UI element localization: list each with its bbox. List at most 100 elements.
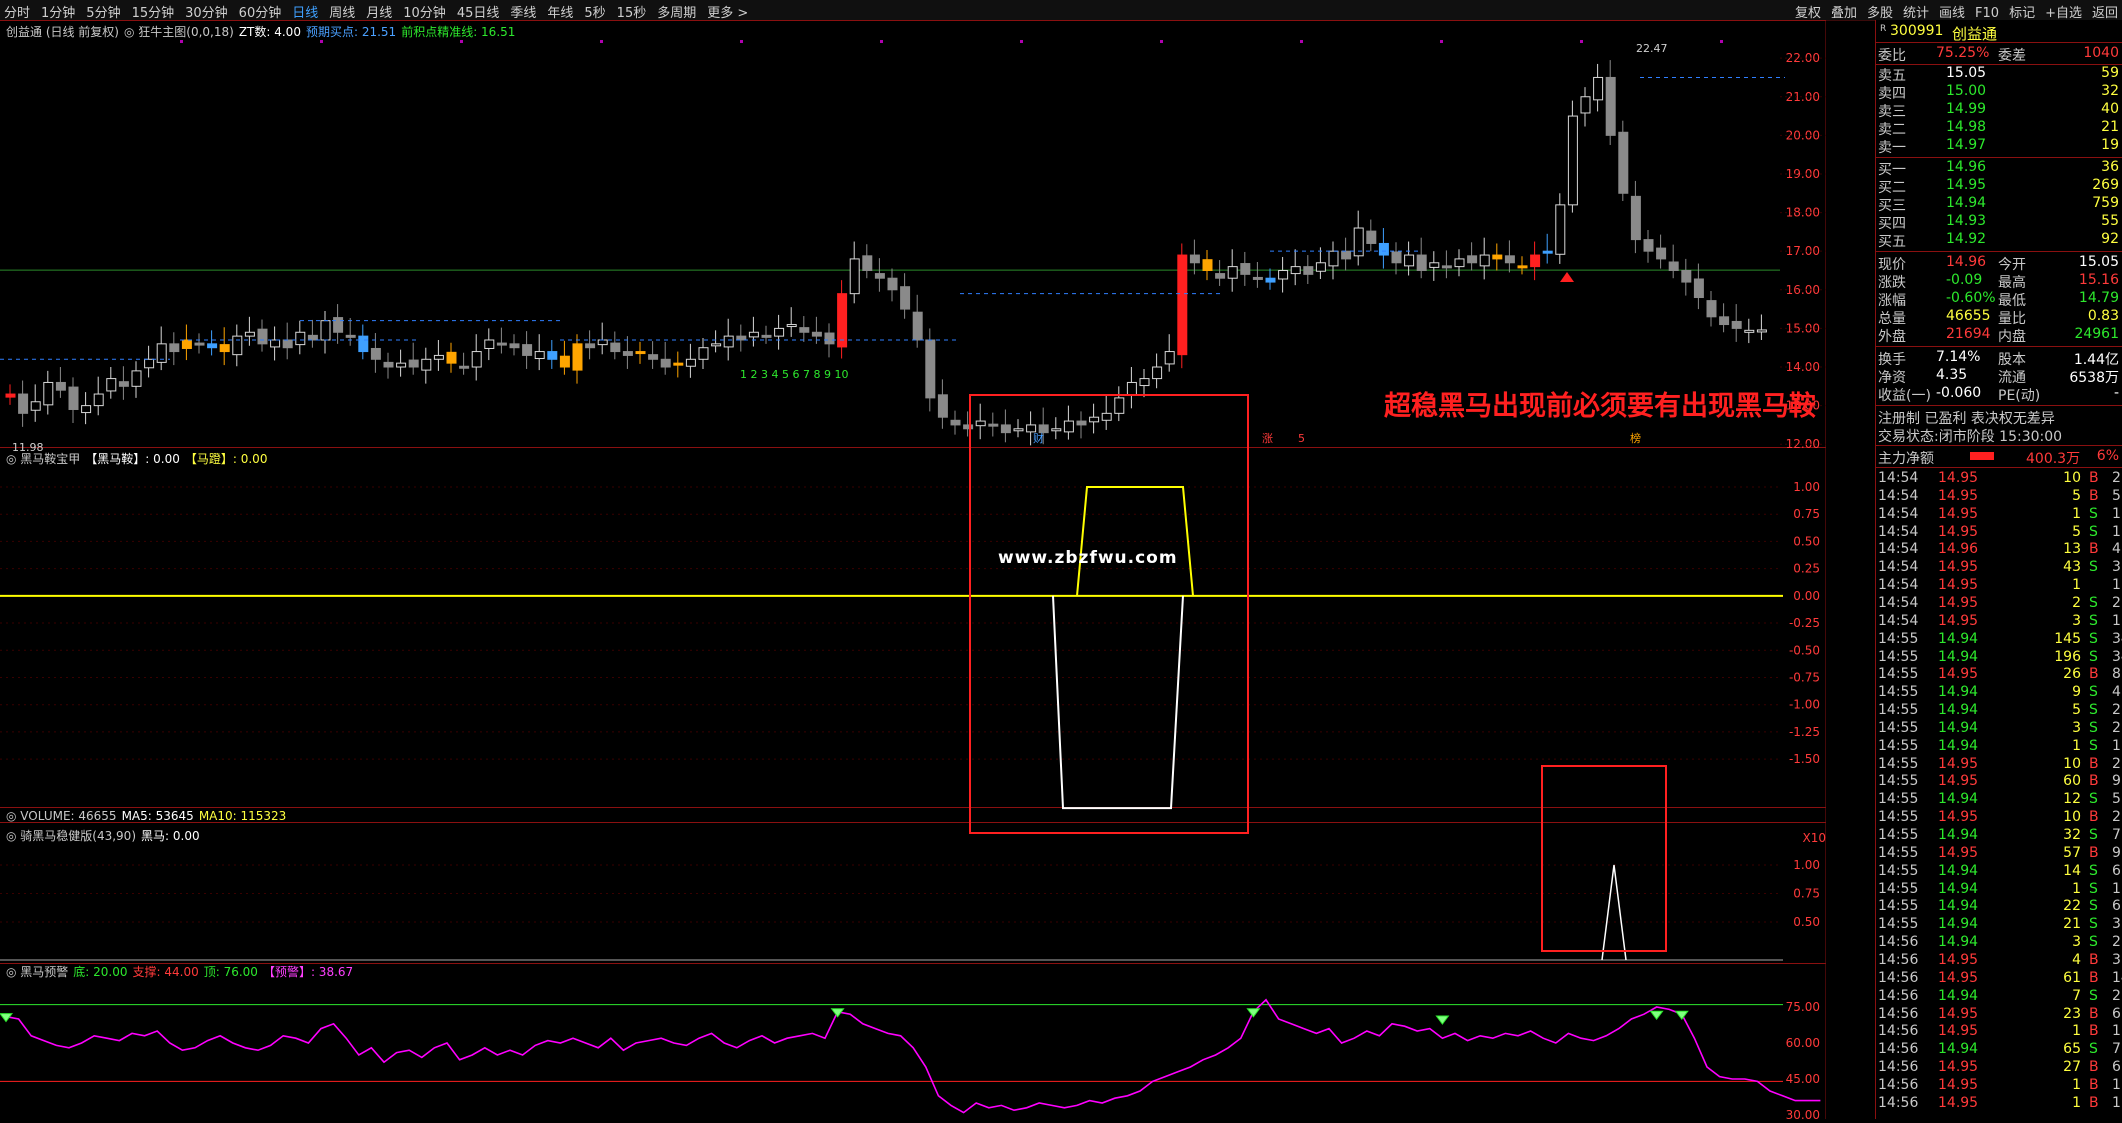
toolbar-button[interactable]: +自选 xyxy=(2045,6,2082,21)
marker-label: 榜 xyxy=(1630,431,1641,445)
tick-price: 14.94 xyxy=(1938,987,1979,1004)
period-tab[interactable]: 45日线 xyxy=(457,6,500,21)
ask-volume: 32 xyxy=(2101,83,2119,99)
tick-count: 1 xyxy=(2112,612,2121,629)
tick-price: 14.95 xyxy=(1938,1023,1979,1040)
tick-count: 7 xyxy=(2112,1041,2121,1058)
candle-body xyxy=(93,393,104,407)
tick-count: 8 xyxy=(2112,666,2121,683)
horse-axis-label: 1.00 xyxy=(1793,858,1820,872)
indicator-value: 支撑: 44.00 xyxy=(132,965,199,979)
tick-price: 14.94 xyxy=(1938,630,1979,647)
count-label: 1 2 3 4 5 6 7 8 9 10 xyxy=(740,368,848,381)
candle-body xyxy=(55,381,66,391)
stat-row: 涨幅 -0.60% 最低 14.79 xyxy=(1876,290,2122,309)
warning-diamond-icon xyxy=(1649,1010,1664,1021)
tick-time: 14:56 xyxy=(1878,1076,1919,1093)
tick-price: 14.95 xyxy=(1938,951,1979,968)
toolbar-button[interactable]: 多股 xyxy=(1867,6,1893,21)
candle-body xyxy=(1265,277,1276,283)
toolbar-button[interactable]: 叠加 xyxy=(1831,6,1857,21)
tick-time: 14:56 xyxy=(1878,1005,1919,1022)
candle-body xyxy=(1013,428,1024,432)
candle-body xyxy=(824,332,835,345)
candle-body xyxy=(1378,242,1389,256)
candle-body xyxy=(1290,266,1301,275)
toolbar-button[interactable]: 标记 xyxy=(2009,6,2035,21)
tick-direction: S xyxy=(2089,934,2098,951)
top-dot xyxy=(1720,40,1723,43)
saddle-axis-label: -0.75 xyxy=(1789,670,1820,684)
tick-volume: 43 xyxy=(2063,559,2081,576)
period-tab[interactable]: 更多 > xyxy=(707,6,748,21)
candle-body xyxy=(1454,258,1465,268)
candle-body xyxy=(1429,262,1440,268)
period-tab[interactable]: 多周期 xyxy=(657,6,696,21)
chart-area[interactable]: 22.00 21.00 20.00 19.00 18.00 17.00 16.00 15.00… xyxy=(0,20,1827,1122)
stat-label: 流通 xyxy=(1998,370,2026,386)
tick-row: 14:54 14.96 13 B 4 xyxy=(1876,541,2122,559)
ask-volume: 59 xyxy=(2101,65,2119,81)
period-tab[interactable]: 30分钟 xyxy=(185,6,228,21)
tick-direction: B xyxy=(2089,773,2099,790)
tick-count: 2 xyxy=(2112,719,2121,736)
tick-count: 1 xyxy=(2112,577,2121,594)
period-tab[interactable]: 季线 xyxy=(510,6,536,21)
period-tab[interactable]: 5秒 xyxy=(584,6,605,21)
tick-row: 14:56 14.94 65 S 7 xyxy=(1876,1041,2122,1059)
candle-body xyxy=(1076,420,1087,426)
bid-label: 买三 xyxy=(1878,198,1906,214)
tick-time: 14:54 xyxy=(1878,523,1919,540)
toolbar-button[interactable]: 返回 xyxy=(2092,6,2118,21)
bid-row: 买一 14.96 36 xyxy=(1876,159,2122,178)
toolbar-button[interactable]: 画线 xyxy=(1939,6,1965,21)
candle-body xyxy=(988,423,999,427)
period-tab[interactable]: 5分钟 xyxy=(86,6,120,21)
stat-value: -0.60% xyxy=(1946,290,1996,306)
stat-value: 0.83 xyxy=(2087,308,2119,324)
period-tab[interactable]: 周线 xyxy=(329,6,355,21)
tick-count: 5 xyxy=(2112,487,2121,504)
tick-direction: S xyxy=(2089,630,2098,647)
tick-price: 14.94 xyxy=(1938,737,1979,754)
period-tab[interactable]: 15秒 xyxy=(617,6,647,21)
candle-body xyxy=(383,361,394,368)
top-dot xyxy=(1580,40,1583,43)
toolbar-button[interactable]: 统计 xyxy=(1903,6,1929,21)
tick-row: 14:55 14.95 10 B 2 xyxy=(1876,809,2122,827)
stat-value: - xyxy=(2113,385,2119,401)
tick-price: 14.95 xyxy=(1938,487,1979,504)
stat-row: 现价 14.96 今开 15.05 xyxy=(1876,254,2122,273)
main-flow-label: 主力净额 xyxy=(1878,451,1934,467)
period-tab[interactable]: 月线 xyxy=(366,6,392,21)
tick-direction: S xyxy=(2089,862,2098,879)
tick-row: 14:54 14.95 5 B 5 xyxy=(1876,488,2122,506)
toolbar-button[interactable]: 复权 xyxy=(1795,6,1821,21)
stat-row: 净资 4.35 流通 6538万 xyxy=(1876,367,2122,386)
period-tab[interactable]: 60分钟 xyxy=(239,6,282,21)
stat-label: 涨跌 xyxy=(1878,275,1906,291)
tick-count: 1 xyxy=(2112,505,2121,522)
warning-axis-label: 30.00 xyxy=(1786,1108,1820,1119)
candle-body xyxy=(1567,115,1578,206)
warning-panel-info: ◎ 黑马预警 底: 20.00 支撑: 44.00 顶: 76.00 【预警】: 38.… xyxy=(6,963,358,980)
stat-label: 最低 xyxy=(1998,293,2026,309)
candle-body xyxy=(786,324,797,328)
period-tab[interactable]: 日线 xyxy=(292,6,318,21)
period-tab[interactable]: 分时 xyxy=(4,6,30,21)
tick-time: 14:55 xyxy=(1878,880,1919,897)
candle-body xyxy=(1404,254,1415,267)
tick-volume: 3 xyxy=(2072,612,2081,629)
tick-price: 14.95 xyxy=(1938,594,1979,611)
bid-volume: 36 xyxy=(2101,159,2119,175)
tick-count: 6 xyxy=(2112,898,2121,915)
stat-value: 46655 xyxy=(1946,308,1991,324)
period-tab[interactable]: 15分钟 xyxy=(132,6,175,21)
tick-row: 14:55 14.94 22 S 6 xyxy=(1876,898,2122,916)
period-tab[interactable]: 1分钟 xyxy=(41,6,75,21)
period-tab[interactable]: 年线 xyxy=(547,6,573,21)
period-tab[interactable]: 10分钟 xyxy=(403,6,446,21)
bid-row: 买四 14.93 55 xyxy=(1876,213,2122,232)
saddle-axis-label: -1.25 xyxy=(1789,725,1820,739)
toolbar-button[interactable]: F10 xyxy=(1975,6,1999,21)
